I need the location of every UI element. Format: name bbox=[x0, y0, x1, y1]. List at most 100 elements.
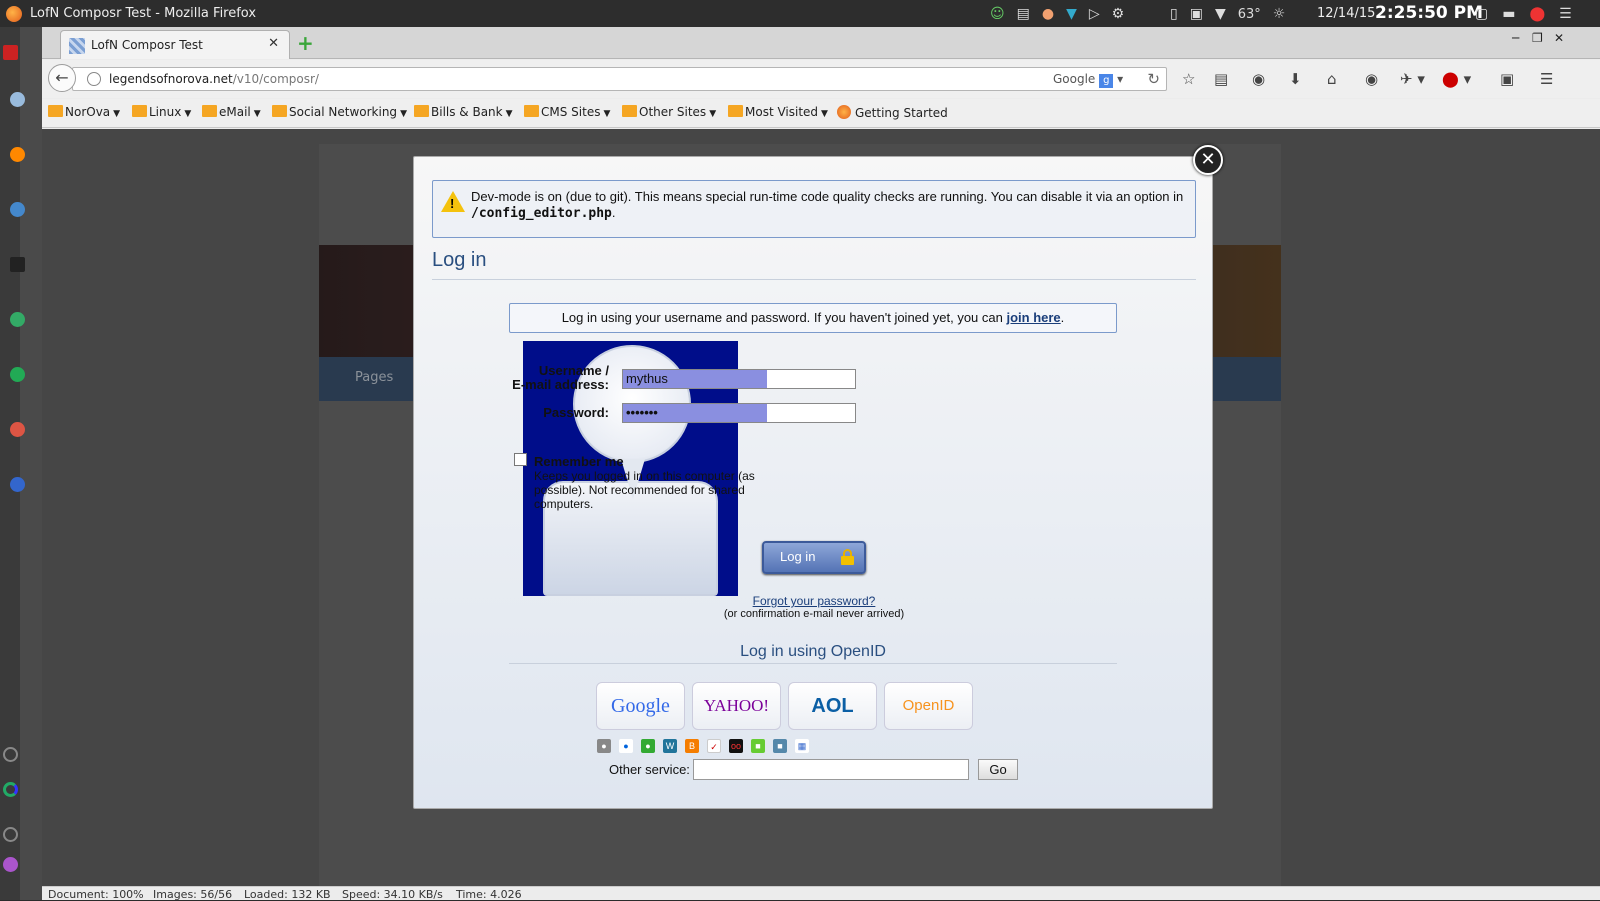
chat-icon[interactable]: ◉ bbox=[1365, 70, 1378, 88]
service-myopenid-icon[interactable]: ■ bbox=[751, 739, 765, 753]
firefox-icon bbox=[837, 105, 851, 119]
url-bar[interactable]: legendsofnorova.net/v10/composr/ Google g… bbox=[72, 67, 1167, 91]
clock-date[interactable]: 12/14/15 bbox=[1317, 6, 1375, 21]
task-icon[interactable] bbox=[10, 367, 25, 382]
service-lock-icon[interactable]: ● bbox=[597, 739, 611, 753]
bookmark-social-networking[interactable]: Social Networking ▼ bbox=[272, 105, 407, 119]
other-service-input[interactable] bbox=[693, 759, 969, 780]
back-button[interactable]: ← bbox=[48, 64, 76, 92]
dock-app-icon[interactable] bbox=[3, 857, 18, 872]
clock-time[interactable]: 2:25:50 PM bbox=[1375, 3, 1483, 23]
service-chat-icon[interactable]: ● bbox=[641, 739, 655, 753]
remember-me-label[interactable]: Remember me bbox=[534, 454, 624, 469]
remember-me-checkbox[interactable] bbox=[514, 453, 527, 466]
tab-close-icon[interactable]: ✕ bbox=[268, 36, 279, 51]
folder-icon bbox=[622, 105, 637, 117]
display-icon[interactable]: ▣ bbox=[1190, 6, 1203, 22]
bookmark-most-visited[interactable]: Most Visited ▼ bbox=[728, 105, 828, 119]
dropdown-arrow-icon: ▼ bbox=[400, 109, 407, 119]
window-minimize-icon[interactable]: ─ bbox=[1512, 31, 1519, 45]
service-check-icon[interactable]: ✓ bbox=[707, 739, 721, 753]
dock-app-icon[interactable] bbox=[3, 747, 18, 762]
url-path: /v10/composr/ bbox=[232, 72, 319, 86]
globe-icon bbox=[87, 72, 101, 86]
bookmark-norova[interactable]: NorOva ▼ bbox=[48, 105, 120, 119]
clipboard-icon[interactable]: ▤ bbox=[1017, 6, 1030, 22]
pidgin-icon[interactable]: ● bbox=[1042, 6, 1054, 22]
maximize-icon[interactable]: ▢ bbox=[1475, 6, 1488, 22]
bookmark-email[interactable]: eMail ▼ bbox=[202, 105, 261, 119]
reading-list-icon[interactable]: ▤ bbox=[1214, 70, 1228, 88]
bookmark-linux[interactable]: Linux ▼ bbox=[132, 105, 191, 119]
service-blogger-icon[interactable]: B bbox=[685, 739, 699, 753]
close-x-icon: ✕ bbox=[1200, 149, 1216, 170]
sidebar-icon[interactable]: ▣ bbox=[1500, 70, 1514, 88]
bookmark-star-icon[interactable]: ☆ bbox=[1182, 70, 1195, 88]
bookmark-label: NorOva bbox=[65, 105, 111, 119]
search-engine[interactable]: Google g ▾ bbox=[1053, 72, 1123, 88]
password-input[interactable]: ••••••• bbox=[622, 403, 856, 423]
window-restore-icon[interactable]: ❐ bbox=[1532, 31, 1543, 45]
task-icon[interactable] bbox=[10, 257, 25, 272]
service-wordpress-icon[interactable]: W bbox=[663, 739, 677, 753]
task-icon[interactable] bbox=[10, 92, 25, 107]
dropbox-icon[interactable]: ▼ bbox=[1066, 6, 1077, 22]
addon-icon[interactable]: ✈ ▾ bbox=[1400, 70, 1425, 88]
openid-aol-button[interactable]: AOL bbox=[788, 682, 877, 730]
new-tab-plus-icon[interactable]: + bbox=[297, 31, 314, 55]
status-bar: Document: 100% Images: 56/56 Loaded: 132… bbox=[42, 886, 1600, 901]
service-flickr-icon[interactable]: ● bbox=[619, 739, 633, 753]
modal-close-button[interactable]: ✕ bbox=[1193, 145, 1223, 175]
close-red-icon[interactable]: ⬤ bbox=[1529, 6, 1545, 22]
navigation-bar: legendsofnorova.net/v10/composr/ Google g… bbox=[42, 60, 1600, 98]
dock-app-icon[interactable] bbox=[3, 45, 18, 60]
other-service-label: Other service: bbox=[609, 762, 690, 777]
login-button[interactable]: Log in bbox=[762, 541, 866, 574]
menu-icon[interactable]: ☰ bbox=[1559, 6, 1572, 22]
battery-icon[interactable]: ▯ bbox=[1170, 6, 1178, 22]
folder-icon bbox=[524, 105, 539, 117]
volume-down-icon[interactable]: ▼ bbox=[1215, 6, 1226, 22]
username-input[interactable]: mythus bbox=[622, 369, 856, 389]
openid-openid-button[interactable]: OpenID bbox=[884, 682, 973, 730]
adblock-icon[interactable]: ⬤ ▾ bbox=[1442, 70, 1471, 88]
user-status-icon[interactable]: ☺ bbox=[990, 6, 1005, 22]
download-icon[interactable]: ⬇ bbox=[1289, 70, 1302, 88]
bookmark-getting-started[interactable]: Getting Started bbox=[837, 105, 948, 120]
openid-google-button[interactable]: Google bbox=[596, 682, 685, 730]
media-play-icon[interactable]: ▷ bbox=[1089, 6, 1100, 22]
bookmark-bills-bank[interactable]: Bills & Bank ▼ bbox=[414, 105, 513, 119]
go-button[interactable]: Go bbox=[978, 759, 1018, 780]
service-verisign-icon[interactable]: ■ bbox=[773, 739, 787, 753]
bookmark-cms-sites[interactable]: CMS Sites ▼ bbox=[524, 105, 610, 119]
firefox-icon[interactable] bbox=[6, 6, 22, 22]
task-icon[interactable] bbox=[10, 312, 25, 327]
service-windows-icon[interactable]: ▦ bbox=[795, 739, 809, 753]
bookmark-label: Other Sites bbox=[639, 105, 707, 119]
task-icon[interactable] bbox=[10, 422, 25, 437]
task-icon[interactable] bbox=[10, 477, 25, 492]
minimize-icon[interactable]: ▬ bbox=[1502, 6, 1515, 22]
forgot-password-link[interactable]: Forgot your password? bbox=[729, 594, 899, 608]
username-label-line1: Username / bbox=[538, 363, 609, 378]
dock-app-icon[interactable] bbox=[3, 827, 18, 842]
window-close-icon[interactable]: ✕ bbox=[1554, 31, 1564, 45]
task-icon[interactable] bbox=[10, 147, 25, 162]
url-text[interactable]: legendsofnorova.net/v10/composr/ bbox=[109, 72, 319, 86]
openid-yahoo-button[interactable]: YAHOO! bbox=[692, 682, 781, 730]
status-images: Images: 56/56 bbox=[153, 888, 233, 901]
reload-icon[interactable]: ↻ bbox=[1147, 70, 1160, 88]
bookmark-other-sites[interactable]: Other Sites ▼ bbox=[622, 105, 716, 119]
service-livejournal-icon[interactable]: oo bbox=[729, 739, 743, 753]
weather-temp[interactable]: 63° bbox=[1238, 7, 1261, 22]
pocket-icon[interactable]: ◉ bbox=[1252, 70, 1265, 88]
bookmark-label: Social Networking bbox=[289, 105, 398, 119]
dock-app-icon[interactable] bbox=[3, 782, 18, 797]
system-tray-right: ▯ ▣ ▼ 63° ☼ bbox=[1170, 4, 1285, 24]
join-here-link[interactable]: join here bbox=[1006, 310, 1060, 325]
task-icon[interactable] bbox=[10, 202, 25, 217]
settings-gear-icon[interactable]: ⚙ bbox=[1112, 6, 1125, 22]
hamburger-menu-icon[interactable]: ☰ bbox=[1540, 70, 1553, 88]
tab-active[interactable]: LofN Composr Test ✕ bbox=[60, 30, 290, 59]
home-icon[interactable]: ⌂ bbox=[1327, 70, 1337, 88]
